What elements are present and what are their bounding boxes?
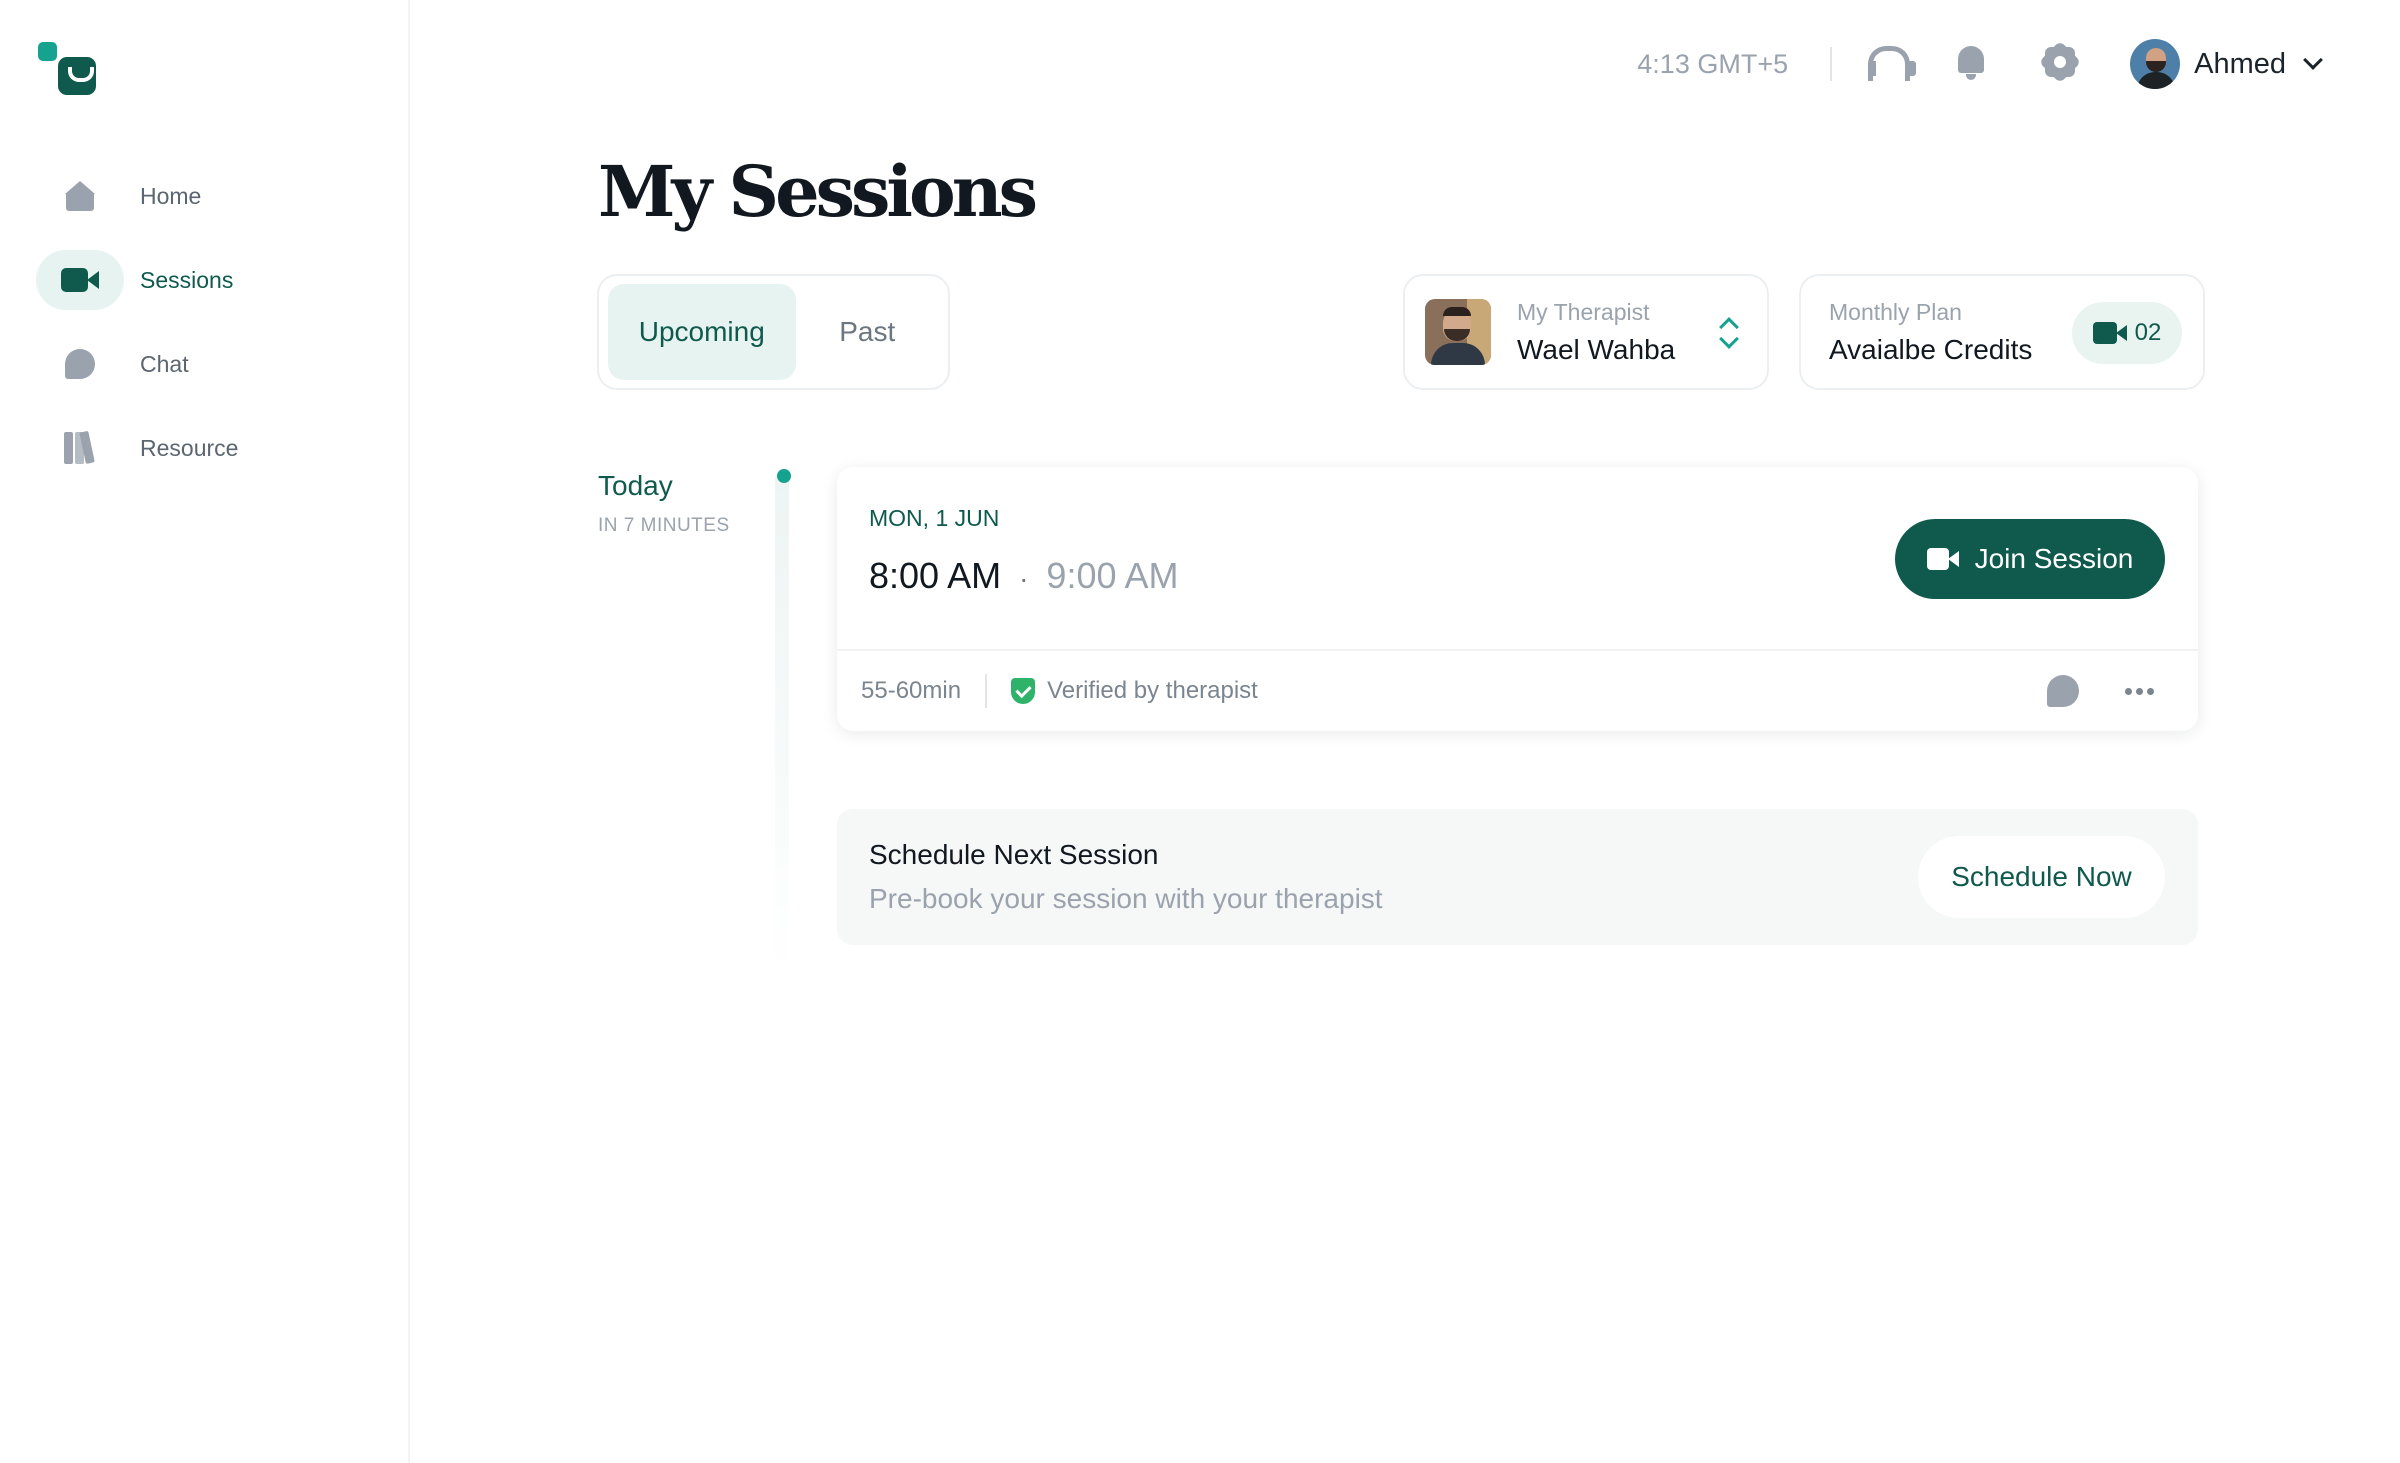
timeline-dot xyxy=(777,469,791,483)
sidebar: Home Sessions Chat Resource xyxy=(0,0,410,1463)
sidebar-item-label: Chat xyxy=(140,350,189,377)
headphones-icon xyxy=(1866,44,1917,81)
chat-bubble-icon[interactable] xyxy=(2047,675,2079,707)
session-tabs: Upcoming Past xyxy=(597,274,950,390)
schedule-next-card: Schedule Next Session Pre-book your sess… xyxy=(837,809,2198,945)
sidebar-item-label: Resource xyxy=(140,434,239,461)
top-bar: 4:13 GMT+5 Ahmed xyxy=(1637,36,2323,92)
home-icon-wrap xyxy=(36,166,124,226)
home-icon xyxy=(65,181,95,211)
verified-shield-icon xyxy=(1011,678,1036,704)
divider xyxy=(1830,47,1833,81)
session-date: MON, 1 JUN xyxy=(869,505,1000,531)
time-separator: · xyxy=(1019,563,1029,594)
join-session-label: Join Session xyxy=(1974,543,2134,574)
notifications-button[interactable] xyxy=(1954,44,1994,84)
session-time: 8:00 AM · 9:00 AM xyxy=(869,555,1179,597)
therapist-info: My Therapist Wael Wahba xyxy=(1517,299,1675,366)
timeline-day: Today xyxy=(598,470,673,501)
session-start-time: 8:00 AM xyxy=(869,555,1002,596)
therapist-name: Wael Wahba xyxy=(1517,333,1676,365)
plan-credits-card: Monthly Plan Avaialbe Credits 02 xyxy=(1799,274,2205,390)
session-end-time: 9:00 AM xyxy=(1046,555,1179,596)
schedule-now-button[interactable]: Schedule Now xyxy=(1918,836,2165,918)
join-session-button[interactable]: Join Session xyxy=(1895,519,2165,599)
gear-icon xyxy=(2038,40,2082,84)
session-footer: 55-60min Verified by therapist xyxy=(861,651,2174,731)
more-options-icon[interactable] xyxy=(2123,687,2156,695)
chevron-down-icon xyxy=(2303,50,2323,70)
sidebar-nav: Home Sessions Chat Resource xyxy=(36,166,376,502)
sidebar-item-home[interactable]: Home xyxy=(36,166,376,226)
books-icon-wrap xyxy=(36,418,124,478)
tab-upcoming[interactable]: Upcoming xyxy=(608,284,796,380)
chevron-up-down-icon[interactable] xyxy=(1717,316,1741,352)
plan-info: Monthly Plan Avaialbe Credits xyxy=(1829,299,2032,366)
sidebar-item-label: Home xyxy=(140,182,202,209)
timeline-relative-time: IN 7 MINUTES xyxy=(598,515,730,536)
verified-label: Verified by therapist xyxy=(1047,677,1258,704)
settings-button[interactable] xyxy=(2038,40,2082,84)
user-name: Ahmed xyxy=(2194,47,2286,80)
video-camera-icon xyxy=(1926,548,1959,570)
therapist-caption: My Therapist xyxy=(1517,298,1650,325)
session-duration: 55-60min xyxy=(861,677,962,704)
sidebar-item-sessions[interactable]: Sessions xyxy=(36,250,376,310)
avatar xyxy=(2130,39,2181,89)
schedule-title: Schedule Next Session xyxy=(869,839,1159,870)
schedule-subtitle: Pre-book your session with your therapis… xyxy=(869,883,1383,914)
user-menu[interactable]: Ahmed xyxy=(2130,39,2323,89)
credits-badge: 02 xyxy=(2072,302,2182,364)
app-root: Home Sessions Chat Resource 4:13 GMT+5 A… xyxy=(0,0,2400,1463)
therapist-photo xyxy=(1425,299,1491,365)
video-camera-icon-wrap xyxy=(36,250,124,310)
books-icon xyxy=(64,430,96,464)
divider xyxy=(985,674,988,708)
logo-mark xyxy=(58,57,96,95)
sidebar-item-chat[interactable]: Chat xyxy=(36,334,376,394)
credits-count: 02 xyxy=(2134,319,2162,346)
sidebar-item-label: Sessions xyxy=(140,266,234,293)
chat-bubble-icon xyxy=(65,349,95,379)
video-camera-icon xyxy=(61,268,99,292)
therapist-selector[interactable]: My Therapist Wael Wahba xyxy=(1403,274,1769,390)
logo-dot xyxy=(38,42,57,61)
app-logo[interactable] xyxy=(38,40,98,96)
local-time: 4:13 GMT+5 xyxy=(1637,48,1789,79)
tab-past[interactable]: Past xyxy=(796,284,940,380)
video-camera-icon xyxy=(2092,322,2127,344)
chat-bubble-icon-wrap xyxy=(36,334,124,394)
bell-icon xyxy=(1954,44,1988,82)
page-title: My Sessions xyxy=(598,150,1038,233)
support-button[interactable] xyxy=(1866,44,1917,84)
sidebar-item-resource[interactable]: Resource xyxy=(36,418,376,478)
timeline-track xyxy=(775,472,789,977)
plan-caption: Monthly Plan xyxy=(1829,298,1962,325)
plan-title: Avaialbe Credits xyxy=(1829,333,2033,365)
session-card: MON, 1 JUN 8:00 AM · 9:00 AM Join Sessio… xyxy=(837,467,2198,731)
